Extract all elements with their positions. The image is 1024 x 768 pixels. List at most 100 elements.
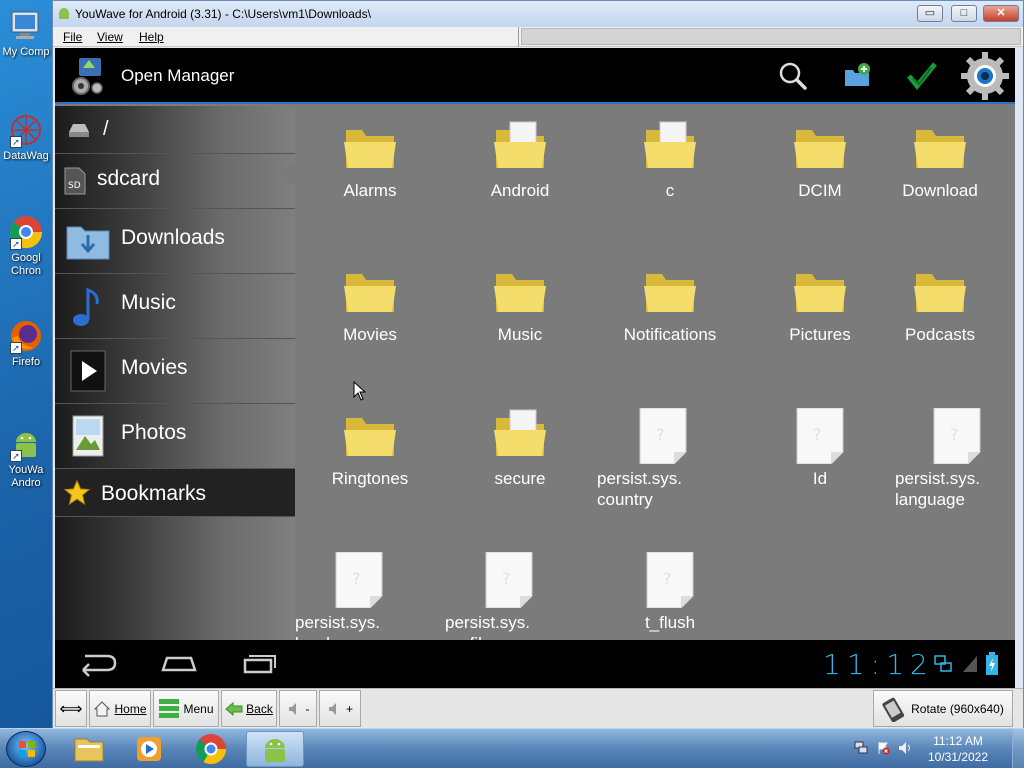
home-icon (161, 656, 197, 672)
close-icon: ✕ (996, 7, 1006, 19)
file-item[interactable]: ? persist.sys. profiler_ms (445, 551, 575, 654)
rotate-device-icon (882, 697, 905, 722)
volume-tray-icon[interactable] (898, 741, 912, 755)
svg-text:?: ? (663, 569, 672, 588)
taskbar-media-player[interactable] (120, 731, 178, 767)
desktop-icon-chrome[interactable]: ➚ Googl Chron (0, 214, 52, 278)
new-folder-button[interactable] (837, 56, 877, 96)
chrome-icon (196, 734, 226, 765)
youwave-window: YouWave for Android (3.31) - C:\Users\vm… (52, 0, 1024, 728)
volume-up-button[interactable]: + (319, 690, 361, 727)
folder-icon (910, 264, 970, 320)
folder-item[interactable]: Android (445, 120, 595, 201)
desktop-icon-computer[interactable]: My Comp (0, 8, 52, 59)
back-button[interactable]: Back (221, 690, 277, 727)
maximize-icon: □ (960, 7, 968, 19)
taskbar-youwave[interactable] (246, 731, 304, 767)
select-button[interactable] (901, 56, 941, 96)
downloads-icon (66, 226, 110, 260)
file-grid: Alarms Android c DCIM Download Movies Mu… (295, 106, 1015, 653)
svg-text:?: ? (950, 425, 959, 444)
start-button[interactable] (6, 731, 46, 767)
file-icon: ? (640, 551, 700, 609)
folder-item[interactable]: Podcasts (865, 264, 1015, 345)
minimize-button[interactable]: ▭ (917, 5, 943, 22)
menu-button[interactable]: Menu (153, 690, 219, 727)
file-item[interactable]: ? persist.sys. localevar (295, 551, 425, 654)
nav-back-button[interactable] (69, 648, 129, 680)
desktop-icon-youwave[interactable]: ➚ YouWa Andro (0, 426, 52, 490)
window-title: YouWave for Android (3.31) - C:\Users\vm… (75, 7, 371, 21)
taskbar-explorer[interactable] (60, 731, 118, 767)
folder-item[interactable]: Download (865, 120, 1015, 201)
folder-documents-icon (490, 408, 550, 464)
folder-item[interactable]: Music (445, 264, 595, 345)
svg-text:?: ? (656, 425, 665, 444)
folder-item[interactable]: Alarms (295, 120, 445, 201)
file-item[interactable]: ? t_flush (595, 551, 745, 633)
folder-item[interactable]: Notifications (595, 264, 745, 345)
nav-recent-button[interactable] (229, 648, 289, 680)
photos-icon (72, 415, 104, 457)
desktop-icon-firefox[interactable]: ➚ Firefo (0, 318, 52, 369)
tray-date[interactable]: 10/31/2022 (918, 750, 998, 764)
network-tray-icon[interactable] (854, 741, 868, 755)
sidebar-item-downloads[interactable]: Downloads (55, 209, 295, 274)
volume-down-button[interactable]: - (279, 690, 317, 727)
svg-text:?: ? (502, 569, 511, 588)
maximize-button[interactable]: □ (951, 5, 977, 22)
folder-icon (340, 408, 400, 464)
menu-help[interactable]: Help (139, 30, 164, 44)
sidebar-item-movies[interactable]: Movies (55, 339, 295, 404)
drive-icon (69, 124, 89, 137)
title-bar[interactable]: YouWave for Android (3.31) - C:\Users\vm… (53, 1, 1023, 27)
action-bar: Open Manager (55, 48, 1015, 104)
svg-text:?: ? (813, 425, 822, 444)
selected-indicator (279, 162, 295, 186)
close-button[interactable]: ✕ (983, 5, 1019, 22)
folder-documents-icon (640, 120, 700, 176)
resize-button[interactable]: ⟺ (55, 690, 87, 727)
sidebar-item-music[interactable]: Music (55, 274, 295, 339)
sidebar-item-photos[interactable]: Photos (55, 404, 295, 469)
action-center-icon[interactable] (876, 741, 890, 755)
speaker-icon (328, 702, 336, 715)
rotate-button[interactable]: Rotate (960x640) (873, 690, 1013, 727)
file-icon: ? (329, 551, 389, 609)
desktop-icon-datawag[interactable]: ➚ DataWag (0, 112, 52, 163)
show-desktop-button[interactable] (1012, 729, 1024, 768)
nav-home-button[interactable] (149, 648, 209, 680)
firefox-icon: ➚ (8, 318, 44, 354)
file-icon: ? (927, 407, 987, 465)
home-button[interactable]: Home (89, 690, 151, 727)
music-icon (73, 287, 99, 326)
file-item[interactable]: ? Id (745, 407, 895, 489)
sidebar-item-bookmarks[interactable]: Bookmarks (55, 469, 295, 517)
settings-icon (961, 52, 1009, 100)
tray-time[interactable]: 11:12 AM (928, 734, 988, 748)
back-arrow-icon (225, 701, 243, 716)
folder-item[interactable]: c (595, 120, 745, 201)
sidebar-item-sdcard[interactable]: SD sdcard (55, 154, 295, 209)
android-screen: Open Manager / SD sdcard Downloads Music… (55, 48, 1015, 688)
file-item[interactable]: ? persist.sys. country (595, 407, 715, 510)
file-item[interactable]: ? persist.sys. language (895, 407, 1011, 510)
check-icon (907, 62, 937, 90)
file-icon: ? (790, 407, 850, 465)
mouse-cursor-icon (353, 380, 367, 401)
menu-file[interactable]: File (63, 30, 82, 44)
back-icon (82, 654, 117, 677)
svg-text:SD: SD (68, 181, 81, 191)
folder-item[interactable]: Ringtones (295, 408, 445, 489)
search-button[interactable] (773, 56, 813, 96)
folder-item[interactable]: Movies (295, 264, 445, 345)
android-nav-bar: 11:12 (55, 640, 1015, 688)
taskbar-chrome[interactable] (182, 731, 240, 767)
folder-documents-icon (490, 120, 550, 176)
menu-view[interactable]: View (97, 30, 123, 44)
home-icon (94, 700, 111, 716)
settings-button[interactable] (959, 50, 1011, 102)
sidebar-item-root[interactable]: / (55, 106, 295, 154)
folder-item[interactable]: secure (445, 408, 595, 489)
youwave-app-icon (57, 6, 71, 20)
